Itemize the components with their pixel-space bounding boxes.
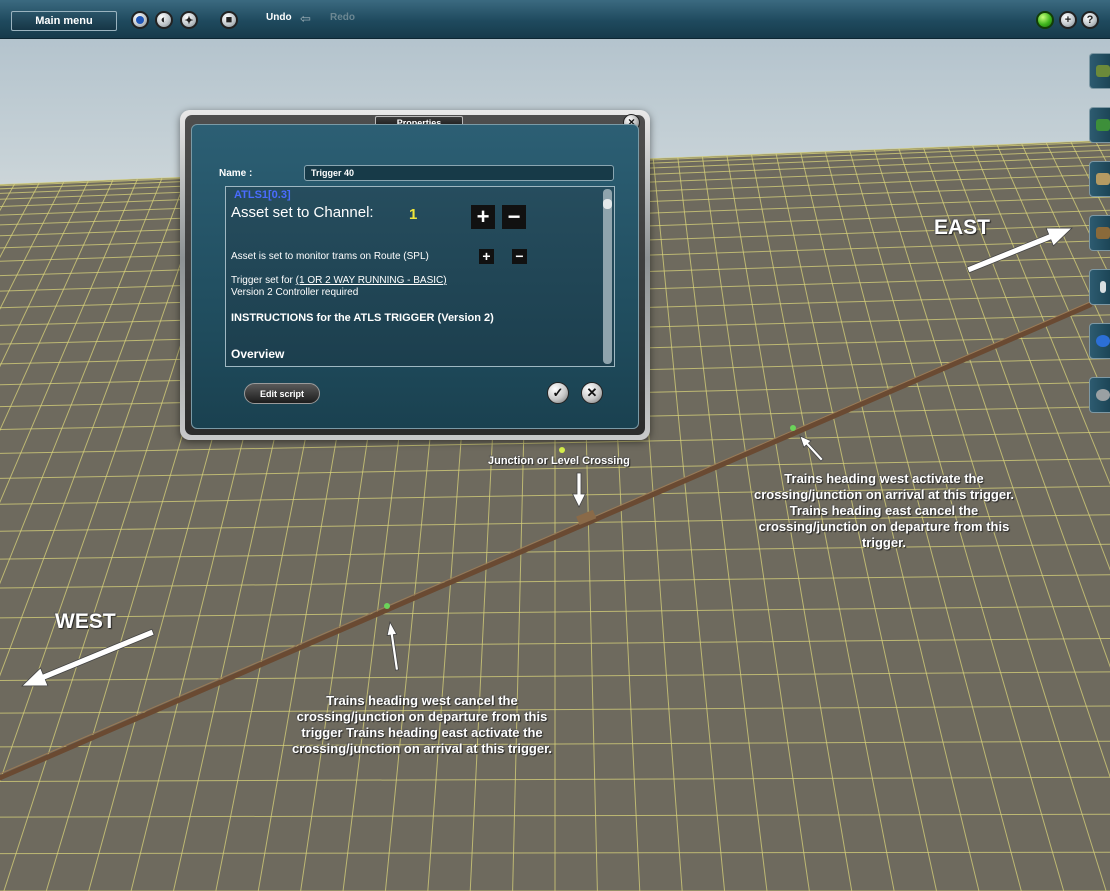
track-objects-tool-icon (1095, 227, 1110, 239)
channel-minus-button[interactable]: − (502, 205, 526, 229)
west-trigger-note: Trains heading west cancel the crossing/… (291, 693, 553, 756)
add-icon[interactable]: + (1059, 11, 1077, 29)
cancel-x-icon[interactable]: ✕ (581, 382, 603, 404)
interlocking-tool-button[interactable] (1089, 323, 1110, 359)
track-objects-tool-button[interactable] (1089, 215, 1110, 251)
view-icon[interactable]: ◐ (155, 11, 173, 29)
edit-script-button[interactable]: Edit script (244, 383, 320, 404)
trigger-mode-label: Trigger set for (1 OR 2 WAY RUNNING - BA… (231, 275, 447, 286)
track-tool-icon (1099, 281, 1106, 293)
objects-tool-button[interactable] (1089, 161, 1110, 197)
misc-tool-button[interactable] (1089, 377, 1110, 413)
trigger-prefix: Trigger set for (231, 275, 296, 286)
junction-label: Junction or Level Crossing (488, 455, 630, 467)
redo-button[interactable]: Redo (330, 12, 355, 23)
east-label: EAST (934, 216, 991, 239)
route-label: Asset is set to monitor trams on Route (… (231, 251, 429, 262)
atls-title: ATLS1[0.3] (234, 189, 291, 201)
route-minus-button[interactable]: − (512, 249, 527, 264)
settings-icon[interactable]: ✦ (180, 11, 198, 29)
east-trigger-note: Trains heading west activate the crossin… (753, 471, 1015, 550)
terrain-tool-icon (1095, 65, 1110, 77)
trigger-mode-link[interactable]: (1 OR 2 WAY RUNNING - BASIC) (296, 275, 447, 286)
west-trigger-marker (384, 603, 390, 609)
channel-value: 1 (409, 206, 418, 223)
objects-tool-icon (1095, 173, 1110, 185)
top-toolbar: Main menu ◐ ✦ ■ Undo ⇦ Redo + ? (0, 0, 1110, 39)
track-tool-button[interactable] (1089, 269, 1110, 305)
overview-heading: Overview (231, 347, 285, 361)
dialog-frame: Properties × Name : Trigger 40 ATLS1[0.3… (185, 114, 645, 435)
panel-scrollbar[interactable] (603, 189, 612, 364)
undo-arrow-icon[interactable]: ⇦ (300, 11, 311, 27)
ok-check-icon[interactable]: ✓ (547, 382, 569, 404)
terrain-tool-button[interactable] (1089, 53, 1110, 89)
help-icon[interactable]: ? (1081, 11, 1099, 29)
east-trigger-marker (790, 425, 796, 431)
crossing-marker (559, 447, 565, 453)
version-label: Version 2 Controller required (231, 287, 359, 298)
misc-tool-icon (1095, 389, 1110, 401)
interlocking-tool-icon (1095, 335, 1110, 347)
paint-tool-button[interactable] (1089, 107, 1110, 143)
name-field[interactable]: Trigger 40 (304, 165, 614, 181)
main-menu-button[interactable]: Main menu (11, 11, 117, 31)
west-label: WEST (55, 610, 116, 633)
globe-icon[interactable] (131, 11, 149, 29)
name-label: Name : (219, 168, 253, 179)
instructions-heading: INSTRUCTIONS for the ATLS TRIGGER (Versi… (231, 312, 494, 324)
dialog-body: Name : Trigger 40 ATLS1[0.3] Asset set t… (191, 124, 639, 429)
scroll-thumb[interactable] (603, 199, 612, 209)
channel-label: Asset set to Channel: (231, 204, 374, 221)
paint-tool-icon (1095, 119, 1110, 131)
status-icon[interactable] (1036, 11, 1054, 29)
script-properties-panel[interactable]: ATLS1[0.3] Asset set to Channel: 1 + − A… (225, 186, 615, 367)
properties-dialog: Properties × Name : Trigger 40 ATLS1[0.3… (180, 110, 650, 440)
route-plus-button[interactable]: + (479, 249, 494, 264)
stop-icon[interactable]: ■ (220, 11, 238, 29)
channel-plus-button[interactable]: + (471, 205, 495, 229)
undo-button[interactable]: Undo (266, 12, 292, 23)
